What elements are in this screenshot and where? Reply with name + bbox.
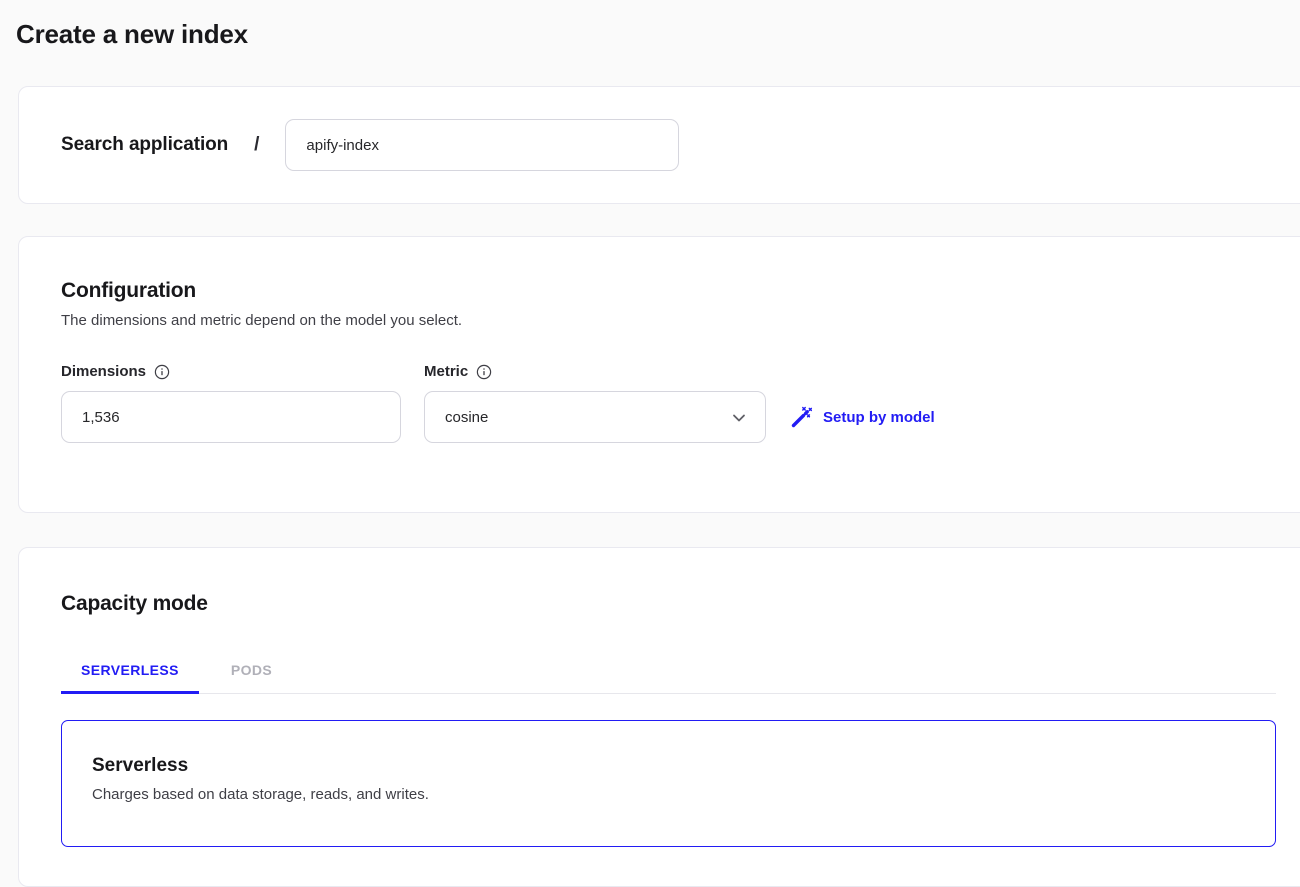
index-name-card: Search application / xyxy=(18,86,1300,204)
dimensions-input[interactable] xyxy=(61,391,401,443)
configuration-subtitle: The dimensions and metric depend on the … xyxy=(61,312,1300,329)
serverless-option-title: Serverless xyxy=(92,755,1275,777)
index-name-input[interactable] xyxy=(285,119,679,171)
chevron-down-icon xyxy=(729,408,749,432)
configuration-title: Configuration xyxy=(61,279,1300,303)
page-title: Create a new index xyxy=(16,19,248,50)
metric-label-wrap: Metric xyxy=(424,363,492,380)
setup-by-model-link[interactable]: Setup by model xyxy=(790,405,935,429)
wand-sparkles-icon xyxy=(790,405,814,429)
setup-by-model-label: Setup by model xyxy=(823,409,935,426)
metric-selected-value: cosine xyxy=(445,409,488,426)
capacity-mode-title: Capacity mode xyxy=(61,592,1276,616)
dimensions-label: Dimensions xyxy=(61,363,146,380)
metric-select[interactable]: cosine xyxy=(424,391,766,443)
metric-label: Metric xyxy=(424,363,468,380)
tab-serverless[interactable]: SERVERLESS xyxy=(61,649,199,693)
capacity-tabbar: SERVERLESS PODS xyxy=(61,649,1276,694)
fields-row: cosine Setup by model xyxy=(61,391,1300,443)
tab-pods[interactable]: PODS xyxy=(211,649,292,693)
info-icon[interactable] xyxy=(154,364,170,380)
dimensions-label-wrap: Dimensions xyxy=(61,363,424,380)
serverless-option-description: Charges based on data storage, reads, an… xyxy=(92,786,1275,803)
configuration-card: Configuration The dimensions and metric … xyxy=(18,236,1300,513)
serverless-option-card[interactable]: Serverless Charges based on data storage… xyxy=(61,720,1276,847)
search-application-label: Search application xyxy=(61,134,228,156)
capacity-mode-card: Capacity mode SERVERLESS PODS Serverless… xyxy=(18,547,1300,887)
info-icon[interactable] xyxy=(476,364,492,380)
field-labels-row: Dimensions Metric xyxy=(61,363,1300,380)
name-separator: / xyxy=(254,134,259,156)
